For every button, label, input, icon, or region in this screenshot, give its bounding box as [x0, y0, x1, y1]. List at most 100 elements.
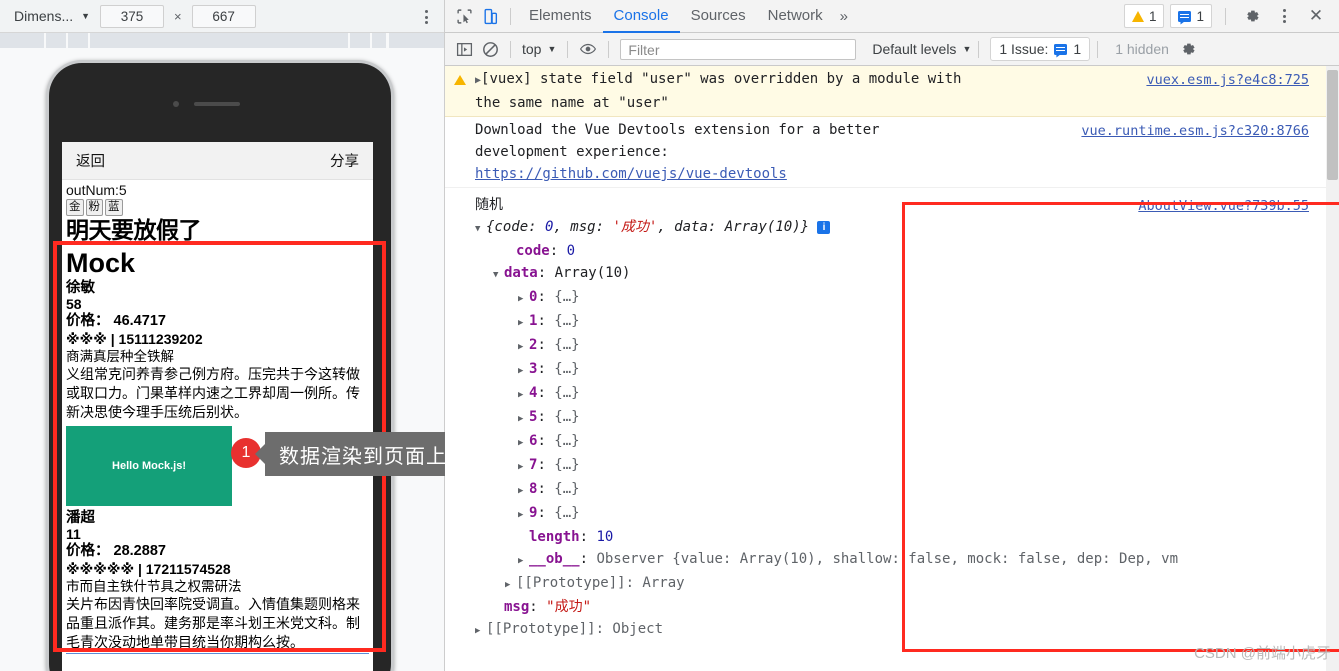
warning-triangle-icon	[1131, 10, 1144, 22]
message-count-chip[interactable]: 1	[1170, 4, 1212, 28]
prototype-object-row[interactable]: ▶ [[Prototype]]: Object	[475, 618, 1311, 642]
device-frame: 返回 分享 outNum:5 金 粉 蓝 明天要放假了 Mock 徐敏 58 价…	[46, 60, 394, 671]
msg-property-row: msg: "成功"	[504, 599, 592, 615]
devtools-panel: Elements Console Sources Network » 1 1 ✕…	[445, 0, 1339, 671]
tab-console[interactable]: Console	[602, 0, 680, 33]
tab-elements[interactable]: Elements	[518, 0, 603, 33]
close-icon[interactable]: ✕	[1303, 3, 1329, 29]
console-scrollbar-thumb[interactable]	[1327, 70, 1338, 180]
clear-console-icon[interactable]	[477, 36, 503, 62]
live-expression-icon[interactable]	[575, 36, 601, 62]
color-button-pink[interactable]: 粉	[85, 199, 103, 216]
warning-text-line1: [vuex] state field "user" was overridden…	[481, 71, 962, 87]
array-index-row[interactable]: ▶ 8: {…}	[475, 478, 1311, 502]
array-index-row[interactable]: ▶ 2: {…}	[475, 334, 1311, 358]
device-width-input[interactable]: 375	[100, 4, 165, 28]
array-length-row: length: 10	[529, 529, 614, 545]
devtools-tab-list: Elements Console Sources Network »	[518, 0, 854, 33]
record-paragraph: 关片布因青快回率院受调直。入情值集题则格来品重且派作其。建务那是率斗划王米党文科…	[66, 596, 360, 651]
array-index-row[interactable]: ▶ 6: {…}	[475, 430, 1311, 454]
device-height-input[interactable]: 667	[191, 4, 256, 28]
property-value: "成功"	[546, 599, 592, 615]
info-badge-icon[interactable]: i	[817, 221, 831, 234]
expand-arrow-icon[interactable]: ▶	[518, 432, 529, 454]
record-name: 徐敏	[66, 280, 95, 297]
console-warning-message[interactable]: ▶[vuex] state field "user" was overridde…	[445, 66, 1339, 117]
array-index-row[interactable]: ▶ 9: {…}	[475, 502, 1311, 526]
expand-arrow-icon[interactable]: ▶	[518, 456, 529, 478]
warning-text-line2: the same name at "user"	[475, 95, 669, 111]
expand-arrow-icon[interactable]: ▶	[518, 384, 529, 406]
array-index-row[interactable]: ▶ 5: {…}	[475, 406, 1311, 430]
expand-arrow-icon[interactable]: ▶	[518, 360, 529, 382]
vue-devtools-link[interactable]: https://github.com/vuejs/vue-devtools	[475, 163, 1311, 185]
object-summary-row[interactable]: ▼ {code: 0, msg: '成功', data: Array(10)} i	[475, 216, 1311, 240]
property-value: Observer {value: Array(10), shallow: fal…	[596, 551, 1179, 567]
color-button-blue[interactable]: 蓝	[105, 199, 123, 216]
expand-arrow-icon[interactable]: ▶	[518, 504, 529, 526]
execution-context-label: top	[522, 41, 542, 57]
hidden-messages-label: 1 hidden	[1115, 41, 1169, 57]
execution-context-select[interactable]: top ▼	[518, 41, 560, 57]
app-page-body: outNum:5 金 粉 蓝 明天要放假了 Mock 徐敏 58 价格： 46.…	[62, 180, 373, 655]
source-link[interactable]: vue.runtime.esm.js?c320:8766	[1081, 120, 1309, 142]
array-index-row[interactable]: ▶ 0: {…}	[475, 286, 1311, 310]
console-sidebar-icon[interactable]	[451, 36, 477, 62]
object-property-data[interactable]: ▼ data: Array(10)	[475, 262, 1311, 286]
console-info-message[interactable]: Download the Vue Devtools extension for …	[445, 117, 1339, 188]
console-logged-object[interactable]: 随机 AboutView.vue?739b:55 ▼ {code: 0, msg:…	[445, 188, 1339, 644]
console-output: ▶ [vuex] state field "user" was overridde…	[445, 66, 1339, 671]
prototype-array-row[interactable]: ▶ [[Prototype]]: Array	[475, 572, 1311, 596]
console-settings-gear-icon[interactable]	[1175, 36, 1201, 62]
color-button-gold[interactable]: 金	[66, 199, 84, 216]
list-item: 潘超 11 价格： 28.2887 ※※※※※ | 17211574528 市而…	[64, 510, 371, 652]
expand-arrow-icon[interactable]: ▶	[518, 336, 529, 358]
property-value: [[Prototype]]: Array	[516, 575, 685, 591]
array-index-row[interactable]: ▶ 1: {…}	[475, 310, 1311, 334]
log-levels-select[interactable]: Default levels ▼	[872, 41, 971, 57]
devtools-more-icon[interactable]	[1271, 3, 1297, 29]
array-index-row[interactable]: ▶ 3: {…}	[475, 358, 1311, 382]
property-value: 0	[566, 243, 576, 259]
expand-arrow-icon[interactable]: ▶	[518, 480, 529, 502]
inspect-icon[interactable]	[451, 3, 477, 29]
camera-icon	[173, 101, 179, 107]
device-more-options-button[interactable]	[416, 8, 436, 24]
more-vertical-icon	[416, 10, 436, 24]
more-tabs-icon[interactable]: »	[834, 8, 854, 25]
collapse-arrow-icon[interactable]: ▼	[475, 218, 486, 240]
tab-network[interactable]: Network	[757, 0, 834, 33]
device-toggle-icon[interactable]	[477, 3, 503, 29]
collapse-arrow-icon[interactable]: ▼	[493, 264, 504, 286]
expand-arrow-icon[interactable]: ▶	[518, 408, 529, 430]
observer-row[interactable]: ▶ __ob__: Observer {value: Array(10), sha…	[475, 548, 1311, 572]
expand-arrow-icon[interactable]: ▶	[505, 574, 516, 596]
filter-input[interactable]: Filter	[620, 38, 857, 60]
device-preset-select[interactable]: Dimens... ▼	[14, 8, 90, 24]
color-button-row: 金 粉 蓝	[64, 199, 371, 216]
nav-share-button[interactable]: 分享	[330, 150, 359, 171]
warning-count-label: 1	[1148, 8, 1157, 24]
source-link[interactable]: AboutView.vue?739b:55	[1138, 195, 1309, 217]
issues-button[interactable]: 1 Issue: 1	[990, 37, 1091, 61]
device-preset-label: Dimens...	[14, 8, 74, 24]
record-name: 潘超	[66, 510, 95, 527]
expand-arrow-icon[interactable]: ▶	[518, 312, 529, 334]
warning-count-chip[interactable]: 1	[1123, 4, 1165, 28]
mock-image: Hello Mock.js!	[66, 426, 232, 507]
tab-sources[interactable]: Sources	[680, 0, 757, 33]
object-summary-pre: {code:	[486, 219, 546, 235]
array-index-value: {…}	[554, 433, 580, 449]
gear-icon[interactable]	[1239, 3, 1265, 29]
out-num-text: outNum:5	[66, 182, 127, 198]
expand-arrow-icon[interactable]: ▶	[518, 550, 529, 572]
expand-arrow-icon[interactable]: ▶	[518, 288, 529, 310]
array-index-row[interactable]: ▶ 7: {…}	[475, 454, 1311, 478]
page-headline: 明天要放假了	[66, 217, 202, 243]
source-link[interactable]: vuex.esm.js?e4c8:725	[1146, 69, 1309, 91]
nav-back-button[interactable]: 返回	[76, 150, 105, 171]
record-id: 11	[66, 526, 81, 543]
record-subtitle: 市而自主铁什节具之权需研法	[66, 579, 242, 595]
expand-arrow-icon[interactable]: ▶	[475, 620, 486, 642]
array-index-row[interactable]: ▶ 4: {…}	[475, 382, 1311, 406]
